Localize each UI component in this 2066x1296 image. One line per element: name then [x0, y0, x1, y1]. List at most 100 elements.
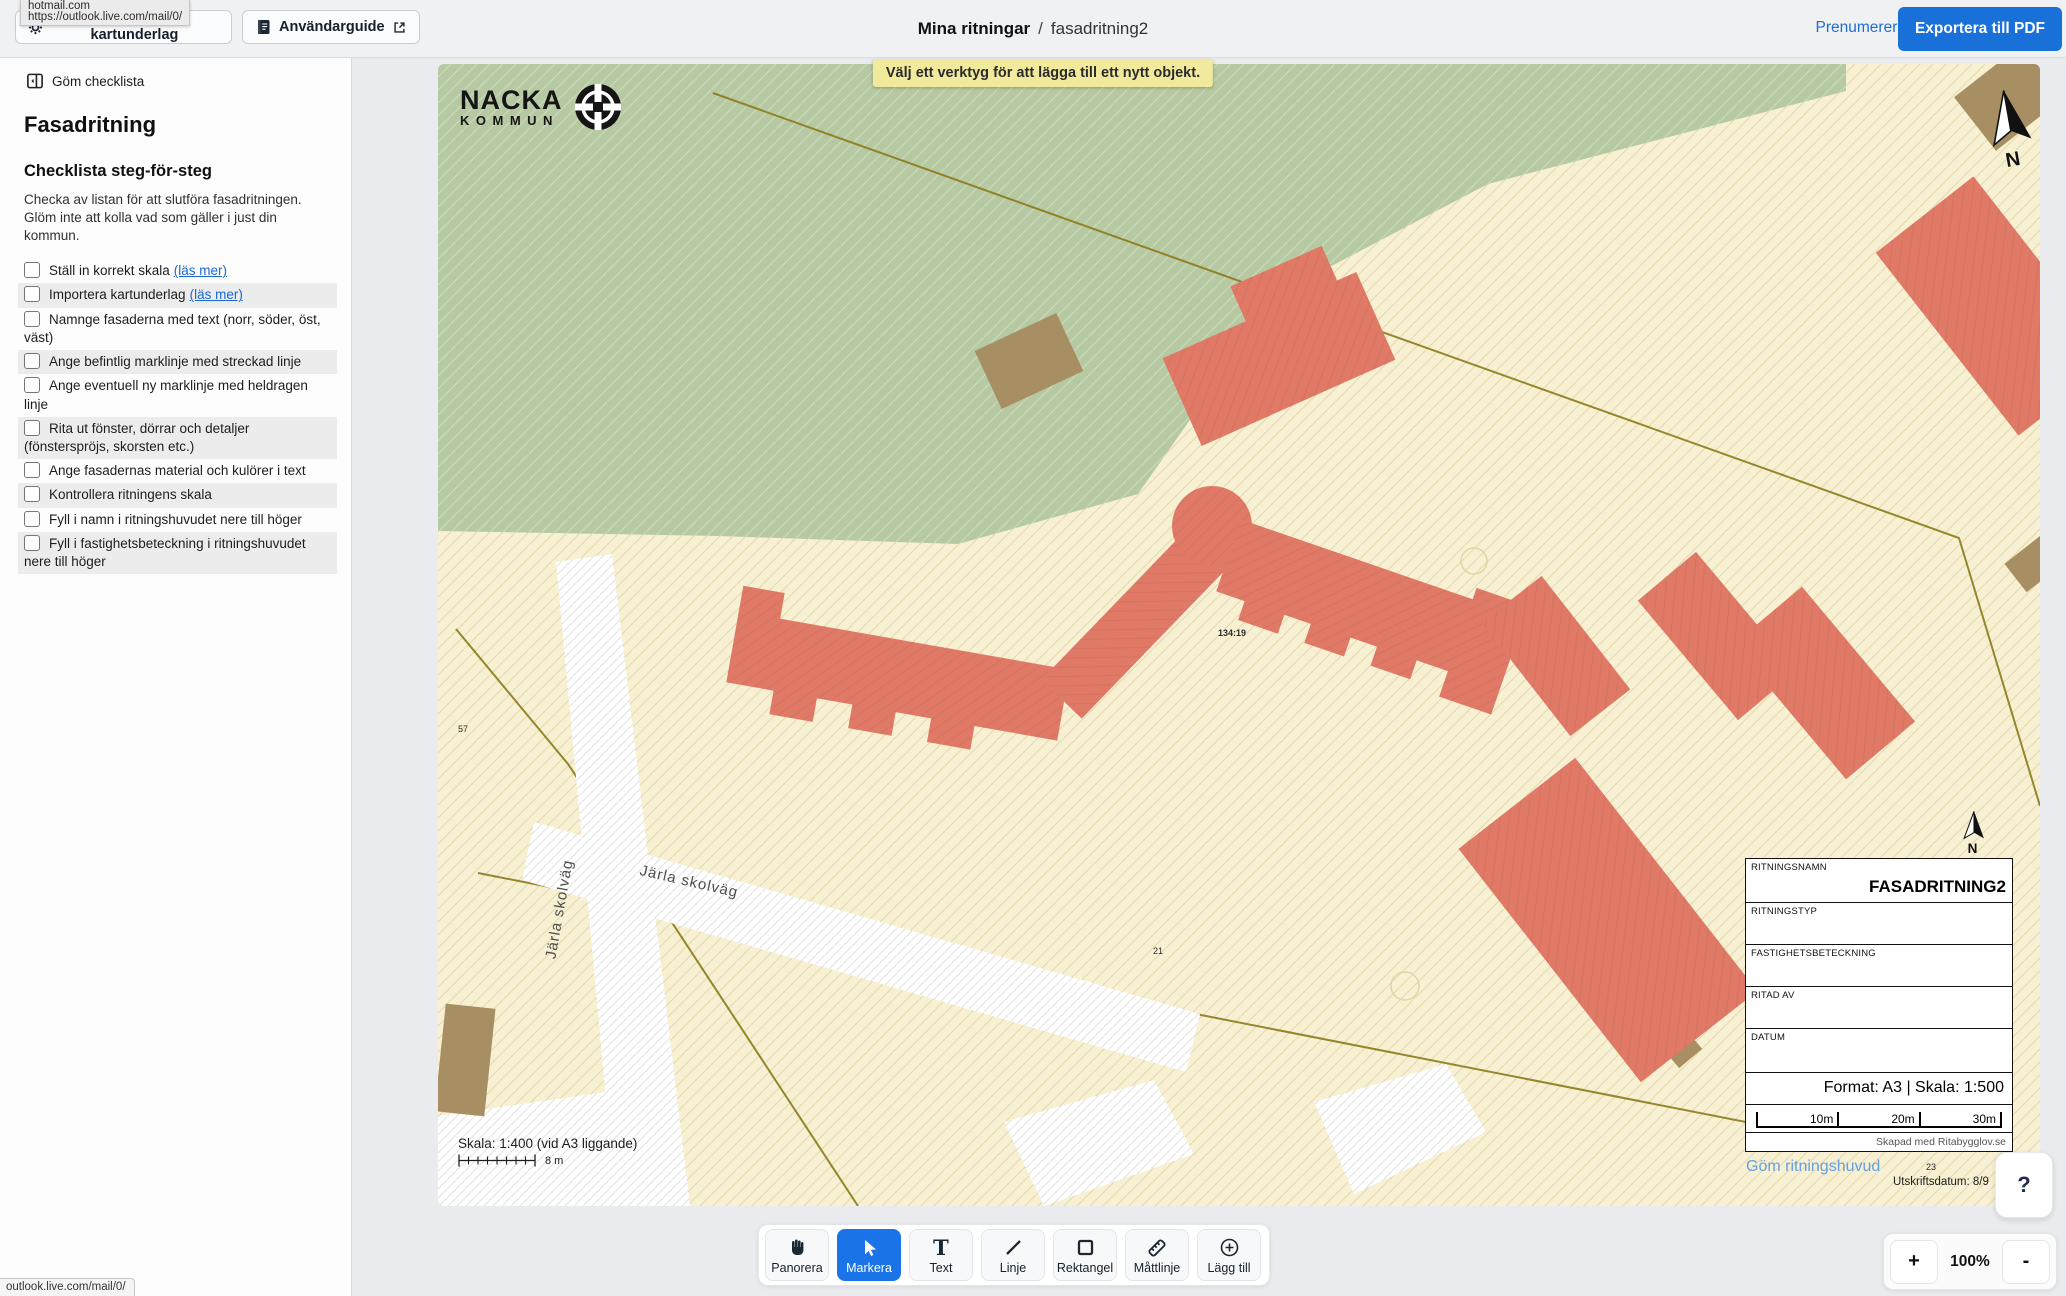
checklist-item: Fyll i namn i ritningshuvudet nere till … [18, 508, 337, 532]
tool-label: Rektangel [1057, 1261, 1113, 1275]
breadcrumb-separator: / [1038, 19, 1043, 39]
breadcrumb-current: fasadritning2 [1051, 19, 1148, 39]
north-label: N [1968, 841, 1978, 856]
tool-label: Lägg till [1207, 1261, 1250, 1275]
hand-icon [787, 1236, 808, 1260]
scale-indicator-text: Skala: 1:400 (vid A3 liggande) [458, 1136, 637, 1151]
titleblock-label: RITNINGSNAMN [1751, 862, 1827, 873]
tool-text[interactable]: T Text [909, 1229, 973, 1281]
checklist-item: Rita ut fönster, dörrar och detaljer (fö… [18, 417, 337, 459]
checkbox[interactable] [24, 486, 40, 502]
map-canvas[interactable]: Järla skolväg Järla skolväg 134:19 57 21… [438, 64, 2040, 1206]
checklist-item: Ställ in korrekt skala (läs mer) [18, 259, 337, 283]
tool-hint-tooltip: Välj ett verktyg för att lägga till ett … [873, 59, 1213, 87]
zoom-in-button[interactable]: + [1890, 1240, 1938, 1284]
top-bar: Inställningar & kartunderlag Användargui… [0, 0, 2066, 58]
checklist-description: Checka av listan för att slutföra fasadr… [24, 191, 327, 245]
export-pdf-button[interactable]: Exportera till PDF [1898, 7, 2062, 51]
titleblock-row-fastighetsbeteckning[interactable]: FASTIGHETSBETECKNING [1746, 945, 2012, 987]
browser-status-bar: outlook.live.com/mail/0/ [0, 1278, 135, 1296]
collapse-panel-icon [26, 72, 44, 90]
drawing-name-value: FASADRITNING2 [1869, 877, 2006, 897]
plus-circle-icon [1219, 1236, 1240, 1260]
page-title: Fasadritning [24, 112, 351, 138]
breadcrumb-parent-link[interactable]: Mina ritningar [918, 19, 1030, 39]
checkbox[interactable] [24, 377, 40, 393]
checkbox[interactable] [24, 420, 40, 436]
parcel-label: 57 [458, 724, 468, 734]
parcel-label: 21 [1153, 946, 1163, 956]
drawing-title-block: RITNINGSNAMN FASADRITNING2 RITNINGSTYP F… [1745, 858, 2013, 1152]
checklist-item: Importera kartunderlag (läs mer) [18, 283, 337, 307]
checklist-item: Ange eventuell ny marklinje med heldrage… [18, 374, 337, 416]
titleblock-label: FASTIGHETSBETECKNING [1751, 948, 1876, 959]
link-preview-line2: https://outlook.live.com/mail/0/ [28, 12, 182, 23]
nacka-kommun-logo: NACKA KOMMUN [460, 82, 623, 132]
drawing-toolbar: Panorera Markera T Text Linje Rektangel [758, 1224, 1270, 1286]
checklist-item: Kontrollera ritningens skala [18, 483, 337, 507]
checklist-item-label: Ange befintlig marklinje med streckad li… [49, 354, 301, 369]
tool-rektangel[interactable]: Rektangel [1053, 1229, 1117, 1281]
tool-label: Markera [846, 1261, 892, 1275]
titleblock-row-datum[interactable]: DATUM [1746, 1029, 2012, 1073]
scalebar-segment: 30m [1921, 1112, 2002, 1126]
logo-line1: NACKA [460, 87, 563, 113]
checklist-item-label: Ange eventuell ny marklinje med heldrage… [24, 378, 308, 411]
ruler-icon [1146, 1236, 1168, 1260]
read-more-link[interactable]: (läs mer) [190, 287, 243, 302]
titleblock-row-ritad-av[interactable]: RITAD AV [1746, 987, 2012, 1029]
titleblock-label: RITNINGSTYP [1751, 906, 1817, 917]
checkbox[interactable] [24, 311, 40, 327]
scale-indicator: Skala: 1:400 (vid A3 liggande) 8 m [458, 1136, 637, 1167]
zoom-controls: + 100% - [1883, 1233, 2057, 1290]
checkbox[interactable] [24, 535, 40, 551]
subscribe-link[interactable]: Prenumerera [1816, 19, 1906, 37]
user-guide-button[interactable]: Användarguide [242, 10, 420, 44]
checklist-item-label: Ange fasadernas material och kulörer i t… [49, 463, 306, 478]
scale-ruler-icon [458, 1154, 540, 1167]
checklist-item-label: Ställ in korrekt skala [49, 263, 170, 278]
tool-linje[interactable]: Linje [981, 1229, 1045, 1281]
checklist-item-label: Fyll i fastighetsbeteckning i ritningshu… [24, 536, 306, 569]
scale-ruler-label: 8 m [545, 1155, 563, 1167]
hide-titleblock-link[interactable]: Göm ritningshuvud [1746, 1158, 1880, 1176]
titleblock-row-ritningstyp[interactable]: RITNINGSTYP [1746, 903, 2012, 945]
tool-panorera[interactable]: Panorera [765, 1229, 829, 1281]
checklist-item-label: Fyll i namn i ritningshuvudet nere till … [49, 512, 302, 527]
zoom-out-button[interactable]: - [2002, 1240, 2050, 1284]
hide-checklist-button[interactable]: Göm checklista [26, 72, 144, 90]
help-button[interactable]: ? [1995, 1152, 2053, 1218]
read-more-link[interactable]: (läs mer) [174, 263, 227, 278]
tool-mattlinje[interactable]: Måttlinje [1125, 1229, 1189, 1281]
titleblock-credit: Skapad med Ritabygglov.se [1746, 1133, 2012, 1151]
cursor-icon [859, 1236, 880, 1260]
checklist-item-label: Namnge fasaderna med text (norr, söder, … [24, 312, 321, 345]
checklist-item-label: Rita ut fönster, dörrar och detaljer (fö… [24, 421, 249, 454]
format-scale-row: Format: A3 | Skala: 1:500 [1746, 1073, 2012, 1105]
hide-checklist-label: Göm checklista [52, 74, 144, 89]
scalebar-segment: 10m [1758, 1112, 1839, 1126]
checkbox[interactable] [24, 353, 40, 369]
checklist-item: Namnge fasaderna med text (norr, söder, … [18, 308, 337, 350]
print-date: Utskriftsdatum: 8/9 [1893, 1176, 1989, 1188]
nacka-emblem-icon [573, 82, 623, 132]
checkbox[interactable] [24, 462, 40, 478]
rectangle-icon [1075, 1236, 1096, 1260]
text-tool-icon: T [933, 1236, 949, 1260]
zoom-level: 100% [1950, 1253, 1990, 1271]
parcel-label: 134:19 [1218, 628, 1246, 638]
tool-label: Panorera [771, 1261, 822, 1275]
tool-label: Måttlinje [1134, 1261, 1181, 1275]
tool-lagg-till[interactable]: Lägg till [1197, 1229, 1261, 1281]
line-icon [1003, 1236, 1024, 1260]
checklist-item-label: Importera kartunderlag [49, 287, 186, 302]
checklist-subtitle: Checklista steg-för-steg [24, 162, 351, 181]
checkbox[interactable] [24, 262, 40, 278]
tool-markera[interactable]: Markera [837, 1229, 901, 1281]
tool-label: Linje [1000, 1261, 1026, 1275]
checkbox[interactable] [24, 286, 40, 302]
checklist-item: Ange befintlig marklinje med streckad li… [18, 350, 337, 374]
checkbox[interactable] [24, 511, 40, 527]
checklist-item-label: Kontrollera ritningens skala [49, 487, 212, 502]
titleblock-row-ritningsnamn[interactable]: RITNINGSNAMN FASADRITNING2 [1746, 859, 2012, 903]
